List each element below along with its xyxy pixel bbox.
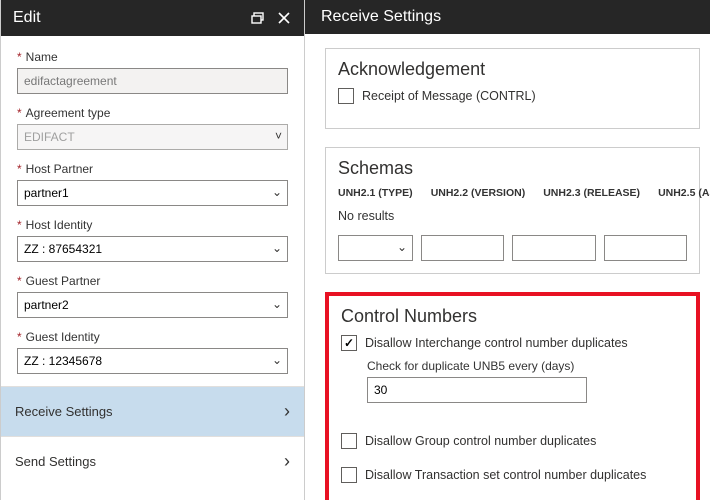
disallow-group-label: Disallow Group control number duplicates [365, 434, 596, 448]
col-unh22: UNH2.2 (VERSION) [431, 187, 526, 199]
receive-title: Receive Settings [321, 8, 441, 26]
schema-headers: UNH2.1 (TYPE) UNH2.2 (VERSION) UNH2.3 (R… [338, 187, 687, 199]
schemas-section: Schemas UNH2.1 (TYPE) UNH2.2 (VERSION) U… [325, 147, 700, 274]
checkbox-unchecked-icon[interactable] [341, 433, 357, 449]
checkbox-checked-icon[interactable] [341, 335, 357, 351]
field-guest-partner: *Guest Partner partner2 ⌄ [17, 274, 288, 318]
schema-version-input[interactable] [421, 235, 504, 261]
unb5-subfield: Check for duplicate UNB5 every (days) [367, 359, 684, 403]
agreement-type-label: Agreement type [26, 106, 111, 120]
schema-assoc-input[interactable] [604, 235, 687, 261]
receive-titlebar: Receive Settings [305, 0, 710, 34]
name-label: Name [26, 50, 58, 64]
disallow-interchange-row[interactable]: Disallow Interchange control number dupl… [341, 335, 684, 351]
close-icon[interactable] [276, 10, 292, 26]
nav-send-label: Send Settings [15, 454, 96, 469]
disallow-group-row[interactable]: Disallow Group control number duplicates [341, 433, 684, 449]
unb5-days-input[interactable] [367, 377, 587, 403]
col-unh23: UNH2.3 (RELEASE) [543, 187, 640, 199]
field-guest-identity: *Guest Identity ZZ : 12345678 ⌄ [17, 330, 288, 374]
col-unh25: UNH2.5 (AS [658, 187, 710, 199]
nav-receive-settings[interactable]: Receive Settings › [1, 386, 304, 436]
checkbox-unchecked-icon[interactable] [341, 467, 357, 483]
field-host-identity: *Host Identity ZZ : 87654321 ⌄ [17, 218, 288, 262]
schemas-title: Schemas [338, 158, 687, 179]
guest-identity-select[interactable]: ZZ : 12345678 [17, 348, 288, 374]
nav-send-settings[interactable]: Send Settings › [1, 436, 304, 486]
chevron-right-icon: › [284, 451, 290, 472]
host-identity-select[interactable]: ZZ : 87654321 [17, 236, 288, 262]
guest-partner-label: Guest Partner [26, 274, 101, 288]
disallow-txn-row[interactable]: Disallow Transaction set control number … [341, 467, 684, 483]
schema-release-input[interactable] [512, 235, 595, 261]
edit-title: Edit [13, 9, 41, 27]
field-host-partner: *Host Partner partner1 ⌄ [17, 162, 288, 206]
name-input [17, 68, 288, 94]
guest-identity-label: Guest Identity [26, 330, 100, 344]
ack-title: Acknowledgement [338, 59, 687, 80]
schemas-no-results: No results [338, 209, 687, 223]
field-name: *Name [17, 50, 288, 94]
schema-type-select[interactable] [338, 235, 413, 261]
guest-partner-select[interactable]: partner2 [17, 292, 288, 318]
unb5-label: Check for duplicate UNB5 every (days) [367, 359, 684, 373]
acknowledgement-section: Acknowledgement Receipt of Message (CONT… [325, 48, 700, 129]
schema-input-row: ⌄ [338, 235, 687, 261]
chevron-right-icon: › [284, 401, 290, 422]
receipt-of-message-row[interactable]: Receipt of Message (CONTRL) [338, 88, 687, 104]
edit-titlebar: Edit [1, 0, 304, 36]
host-partner-select[interactable]: partner1 [17, 180, 288, 206]
control-title: Control Numbers [341, 306, 684, 327]
host-partner-label: Host Partner [26, 162, 93, 176]
nav-receive-label: Receive Settings [15, 404, 113, 419]
host-identity-label: Host Identity [26, 218, 93, 232]
restore-icon[interactable] [250, 10, 266, 26]
field-agreement-type: *Agreement type EDIFACT ˅ [17, 106, 288, 150]
disallow-txn-label: Disallow Transaction set control number … [365, 468, 646, 482]
checkbox-unchecked-icon[interactable] [338, 88, 354, 104]
col-unh21: UNH2.1 (TYPE) [338, 187, 413, 199]
disallow-interchange-label: Disallow Interchange control number dupl… [365, 336, 628, 350]
edit-panel: Edit *Name *Agreement type EDIFACT ˅ [0, 0, 305, 500]
receipt-label: Receipt of Message (CONTRL) [362, 89, 536, 103]
control-numbers-section: Control Numbers Disallow Interchange con… [325, 292, 700, 500]
agreement-type-select: EDIFACT [17, 124, 288, 150]
receive-settings-panel: Receive Settings Acknowledgement Receipt… [305, 0, 710, 500]
